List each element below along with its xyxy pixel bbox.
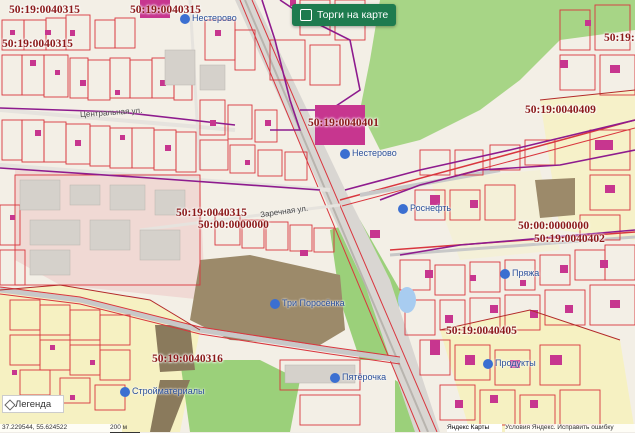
poi-text: Стройматериалы [132, 386, 205, 396]
legend-button[interactable]: Легенда [2, 395, 64, 413]
parcel-label: 50:00:0000000 [198, 219, 269, 231]
parcel-label: 50:19:0040409 [525, 104, 596, 116]
shop-icon [340, 148, 350, 159]
poi-label[interactable]: Нестерово [180, 13, 237, 24]
layers-icon [4, 399, 16, 411]
shop-icon [120, 386, 130, 397]
poi-text: Нестерово [192, 13, 237, 23]
fuel-icon [398, 203, 408, 214]
place-icon [180, 13, 190, 24]
poi-text: Роснефть [410, 203, 452, 213]
poi-text: Пятёрочка [342, 372, 387, 382]
checkbox-icon [300, 9, 312, 21]
poi-text: Три Поросёнка [282, 298, 345, 308]
parcel-label: 50:19:0040315 [176, 207, 247, 219]
parcel-label: 50:00:0000000 [518, 220, 589, 232]
poi-label[interactable]: Пятёрочка [330, 372, 386, 383]
map-attribution[interactable]: Условия Яндекс. Исправить ошибку [505, 424, 635, 432]
poi-label[interactable]: Роснефть [398, 203, 451, 214]
poi-label[interactable]: Нестерово [340, 148, 397, 159]
poi-label[interactable]: Пряжа [500, 268, 539, 279]
shop-icon [270, 298, 280, 309]
parcel-label: 50:19:00403 [604, 32, 635, 44]
auction-toggle-button[interactable]: Торги на карте [292, 4, 397, 26]
shop-icon [330, 372, 340, 383]
parcel-label: 50:19:0040315 [9, 4, 80, 16]
parcel-label: 50:19:0040401 [308, 117, 379, 129]
shop-icon [483, 358, 493, 369]
poi-text: Нестерово [352, 148, 397, 158]
cadastral-map[interactable] [0, 0, 635, 432]
poi-text: Пряжа [512, 268, 540, 278]
coordinates-readout: 37.229544, 55.624522 [0, 424, 122, 432]
poi-text: Продукты [495, 358, 536, 368]
parcel-label: 50:19:0040316 [152, 353, 223, 365]
parcel-label: 50:19:0040405 [446, 325, 517, 337]
auction-toggle-label: Торги на карте [317, 9, 389, 21]
poi-label[interactable]: Продукты [483, 358, 536, 369]
poi-label[interactable]: Три Поросёнка [270, 298, 345, 309]
map-brand-logo[interactable]: Яндекс Карты [447, 424, 502, 432]
parcel-label: 50:19:0040402 [534, 233, 605, 245]
legend-label: Легенда [15, 398, 52, 410]
poi-label[interactable]: Стройматериалы [120, 386, 204, 397]
shop-icon [500, 268, 510, 279]
parcel-label: 50:19:0040315 [2, 38, 73, 50]
